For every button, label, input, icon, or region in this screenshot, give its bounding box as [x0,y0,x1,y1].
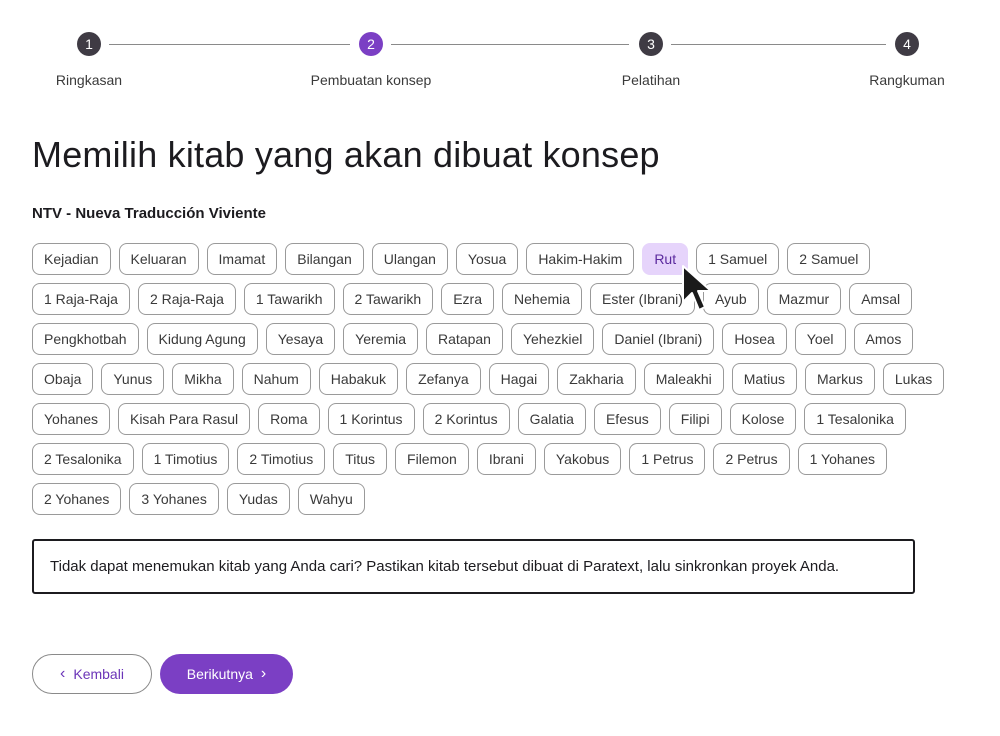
book-chip[interactable]: Daniel (Ibrani) [602,323,715,355]
book-chip[interactable]: Ester (Ibrani) [590,283,695,315]
book-chip[interactable]: Yehezkiel [510,323,595,355]
step-4-label: Rangkuman [869,72,945,88]
book-chip[interactable]: Yosua [455,243,519,275]
next-button[interactable]: Berikutnya › [160,654,293,694]
book-chip[interactable]: Kidung Agung [146,323,258,355]
book-chip[interactable]: Yohanes [32,403,110,435]
book-chip[interactable]: Markus [804,363,875,395]
back-button-label: Kembali [73,666,124,682]
book-chip[interactable]: Kejadian [32,243,111,275]
stepper-connector [391,44,629,45]
stepper: 1 2 3 4 Ringkasan Pembuatan konsep Pelat… [0,0,1000,100]
book-chip[interactable]: Kolose [729,403,797,435]
book-chip[interactable]: 2 Timotius [237,443,326,475]
book-chip[interactable]: 2 Tawarikh [342,283,434,315]
book-chip[interactable]: Ulangan [371,243,448,275]
stepper-connector [671,44,886,45]
chevron-right-icon: › [260,665,267,682]
book-chip[interactable]: Hosea [722,323,787,355]
book-chip[interactable]: 2 Samuel [787,243,871,275]
book-chip[interactable]: 1 Yohanes [797,443,887,475]
book-chip[interactable]: 2 Raja-Raja [137,283,236,315]
book-chip[interactable]: Zakharia [557,363,636,395]
book-chip[interactable]: 1 Timotius [141,443,230,475]
book-chip[interactable]: Yakobus [543,443,622,475]
book-chip[interactable]: Bilangan [285,243,364,275]
book-chip[interactable]: Yunus [101,363,165,395]
book-chip[interactable]: 1 Petrus [629,443,706,475]
book-chip[interactable]: Matius [731,363,797,395]
book-chip[interactable]: 2 Yohanes [32,483,122,515]
book-chip[interactable]: Keluaran [118,243,199,275]
stepper-connector [109,44,350,45]
book-chip[interactable]: 2 Tesalonika [32,443,134,475]
book-chip[interactable]: Zefanya [406,363,481,395]
back-button[interactable]: ‹ Kembali [32,654,152,694]
next-button-label: Berikutnya [186,666,253,682]
step-3-number: 3 [639,32,663,56]
project-name: NTV - Nueva Traducción Viviente [32,205,266,222]
book-chip[interactable]: 1 Korintus [327,403,415,435]
step-3-label: Pelatihan [621,72,681,88]
book-chip[interactable]: 2 Petrus [713,443,790,475]
book-chip[interactable]: Obaja [32,363,94,395]
book-chip[interactable]: Mazmur [766,283,842,315]
book-chip[interactable]: Yeremia [343,323,419,355]
book-chip[interactable]: Mikha [172,363,234,395]
book-chip[interactable]: Nehemia [502,283,583,315]
book-chip[interactable]: Habakuk [318,363,399,395]
missing-book-notice: Tidak dapat menemukan kitab yang Anda ca… [32,539,915,594]
book-chip[interactable]: Wahyu [297,483,365,515]
book-chip[interactable]: Lukas [882,363,945,395]
book-chip[interactable]: Pengkhotbah [32,323,139,355]
book-chip[interactable]: 1 Tawarikh [243,283,335,315]
book-chip[interactable]: 3 Yohanes [129,483,219,515]
book-chip[interactable]: Filipi [668,403,722,435]
chevron-left-icon: ‹ [60,665,66,682]
book-chip[interactable]: Efesus [593,403,661,435]
mouse-pointer-icon [682,265,712,311]
book-chip[interactable]: Yesaya [265,323,336,355]
book-chip[interactable]: Amsal [849,283,913,315]
book-chip[interactable]: Ezra [441,283,495,315]
book-chip[interactable]: Maleakhi [643,363,724,395]
book-chip[interactable]: 2 Korintus [422,403,510,435]
book-chip[interactable]: Roma [258,403,320,435]
book-chip-list: Kejadian Keluaran Imamat Bilangan Ulangan Yos… [32,243,972,515]
book-chip[interactable]: Nahum [241,363,311,395]
book-chip[interactable]: Yudas [226,483,290,515]
book-chip[interactable]: Yoel [794,323,846,355]
step-2-number: 2 [359,32,383,56]
book-chip[interactable]: Ibrani [476,443,536,475]
book-chip[interactable]: Kisah Para Rasul [117,403,251,435]
book-chip[interactable]: 1 Raja-Raja [32,283,130,315]
book-chip[interactable]: Galatia [517,403,586,435]
book-chip[interactable]: Amos [853,323,914,355]
step-1-label: Ringkasan [55,72,123,88]
step-2-label: Pembuatan konsep [310,72,432,88]
page-title: Memilih kitab yang akan dibuat konsep [32,134,660,175]
book-chip[interactable]: Imamat [206,243,278,275]
book-chip[interactable]: Hagai [488,363,550,395]
book-chip[interactable]: 1 Tesalonika [804,403,906,435]
book-chip[interactable]: Titus [333,443,388,475]
step-4-number: 4 [895,32,919,56]
book-chip[interactable]: Ratapan [426,323,503,355]
book-chip[interactable]: Hakim-Hakim [526,243,635,275]
step-1-number: 1 [77,32,101,56]
book-chip[interactable]: Filemon [395,443,469,475]
